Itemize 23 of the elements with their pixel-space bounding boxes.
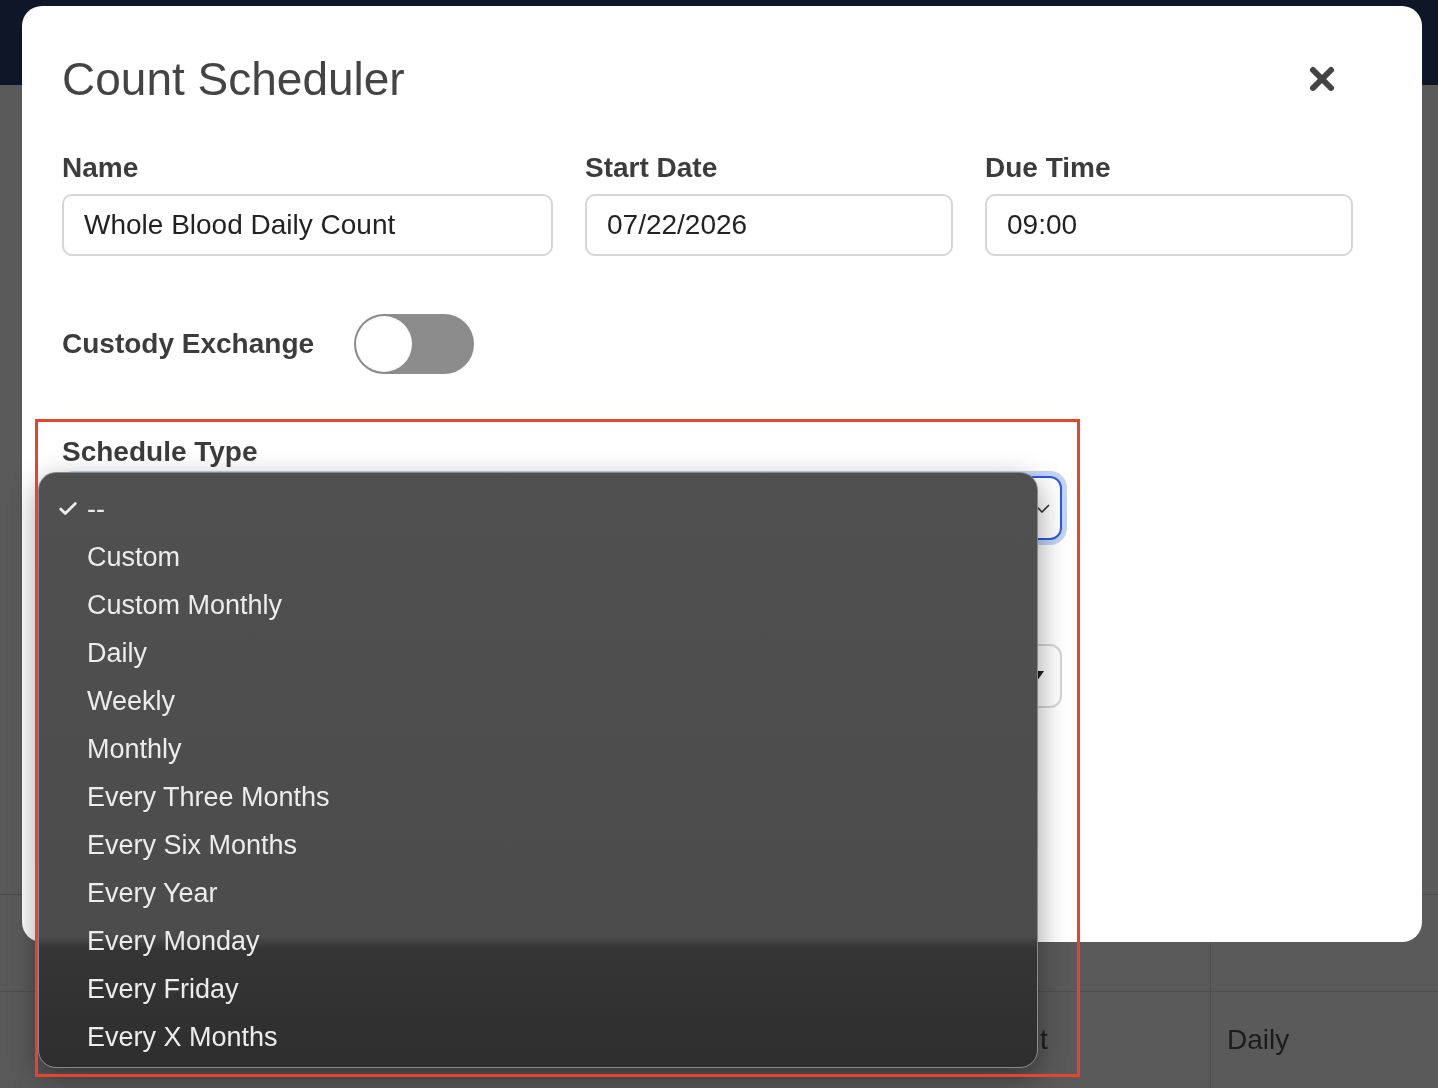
input-field[interactable]: 09:00 [985,194,1353,256]
menu-item[interactable]: Weekly [39,677,1037,725]
menu-item[interactable]: Daily [39,629,1037,677]
field-label: Schedule Type [62,436,259,468]
toggle-switch[interactable] [354,314,475,374]
input-field[interactable]: Whole Blood Daily Count [62,194,553,256]
toggle-label: Custody Exchange [62,328,315,360]
menu-item[interactable]: Custom Monthly [39,581,1037,629]
menu-item[interactable]: Every X Months [39,1013,1037,1061]
menu-item[interactable]: Every Friday [39,965,1037,1013]
table-cell: Daily [1210,992,1438,1088]
menu-item[interactable]: Every Six Months [39,821,1037,869]
menu-item[interactable]: Custom [39,533,1037,581]
dialog-title: Count Scheduler [62,52,405,106]
menu-item[interactable]: Every Three Months [39,773,1037,821]
field-label: Due Time [985,152,1112,184]
menu-item[interactable]: Every Year [39,869,1037,917]
field-label: Name [62,152,140,184]
input-field[interactable]: 07/22/2026 [585,194,953,256]
menu-item[interactable]: -- [39,485,1037,533]
menu-item[interactable]: Monthly [39,725,1037,773]
field-label: Start Date [585,152,719,184]
menu-item[interactable]: Every Monday [39,917,1037,965]
